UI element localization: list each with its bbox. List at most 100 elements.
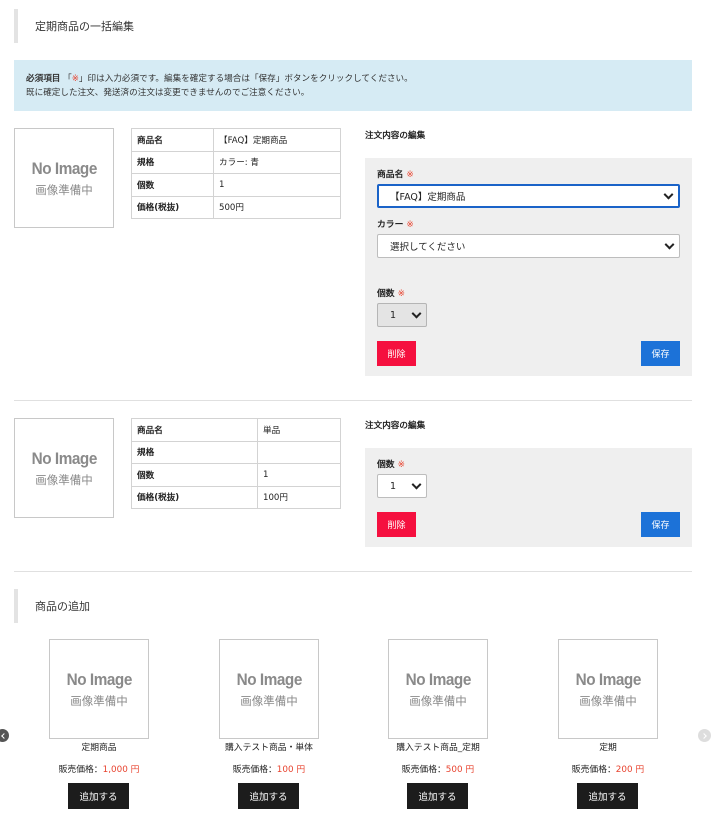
product-card-image[interactable]: No Image 画像準備中 xyxy=(558,639,658,739)
required-label: 必須項目 xyxy=(26,74,61,84)
product-name-select[interactable]: 【FAQ】定期商品 xyxy=(377,184,680,208)
carousel-prev-icon[interactable] xyxy=(0,729,9,742)
no-image-subtext: 画像準備中 xyxy=(579,693,637,708)
row-value: 500円 xyxy=(213,195,341,219)
label-text: 商品名 xyxy=(377,170,404,180)
edit-panel: 個数 ※ 1 削除 保存 xyxy=(365,448,692,547)
add-product-button[interactable]: 追加する xyxy=(68,783,129,809)
row-value: カラー: 青 xyxy=(213,150,341,174)
add-product-button[interactable]: 追加する xyxy=(238,783,299,809)
no-image-text: No Image xyxy=(31,158,97,178)
chevron-down-icon xyxy=(664,239,675,250)
item-info-table: 商品名 単品 規格 個数 1 価格(税抜) 100円 xyxy=(131,418,341,509)
page-title: 定期商品の一括編集 xyxy=(14,9,134,43)
table-row: 個数 1 xyxy=(131,463,341,487)
edit-section-title: 注文内容の編集 xyxy=(365,131,426,141)
select-value: 1 xyxy=(390,309,397,321)
row-key: 規格 xyxy=(131,440,258,464)
product-card-name: 定期 xyxy=(599,743,617,753)
row-value: 100円 xyxy=(257,485,341,509)
notice-text-1: 」印は入力必須です。編集を確定する場合は「保存」ボタンをクリックしてください。 xyxy=(78,74,413,84)
item-info-table: 商品名 【FAQ】定期商品 規格 カラー: 青 個数 1 価格(税抜) 500円 xyxy=(131,128,341,219)
save-button[interactable]: 保存 xyxy=(641,341,680,366)
row-key: 規格 xyxy=(131,150,214,174)
row-value: 1 xyxy=(257,463,341,487)
edit-panel: 商品名 ※ 【FAQ】定期商品 カラー ※ 選択してください 個数 ※ 1 削除 保存 xyxy=(365,158,692,376)
delete-button[interactable]: 削除 xyxy=(377,341,416,366)
notice-bracket-open: 「 xyxy=(63,74,72,84)
no-image-subtext: 画像準備中 xyxy=(409,693,467,708)
table-row: 価格(税抜) 500円 xyxy=(131,195,341,219)
divider xyxy=(14,400,692,401)
row-key: 価格(税抜) xyxy=(131,485,258,509)
product-card-image[interactable]: No Image 画像準備中 xyxy=(219,639,319,739)
price-prefix: 販売価格： xyxy=(401,765,446,775)
row-key: 価格(税抜) xyxy=(131,195,214,219)
row-value: 1 xyxy=(213,173,341,197)
price-value: 500 円 xyxy=(445,765,475,775)
required-mark: ※ xyxy=(406,220,414,230)
select-value: 【FAQ】定期商品 xyxy=(390,192,466,203)
no-image-subtext: 画像準備中 xyxy=(240,693,298,708)
quantity-select[interactable]: 1 xyxy=(377,474,427,498)
add-section-title: 商品の追加 xyxy=(14,589,90,623)
product-card-name: 定期商品 xyxy=(81,743,117,753)
product-card-image[interactable]: No Image 画像準備中 xyxy=(49,639,149,739)
notice-line-2: 既に確定した注文、発送済の注文は変更できませんのでご注意ください。 xyxy=(26,88,310,98)
no-image-subtext: 画像準備中 xyxy=(35,182,93,197)
select-value: 選択してください xyxy=(390,242,466,253)
product-image-placeholder: No Image 画像準備中 xyxy=(14,128,114,228)
no-image-subtext: 画像準備中 xyxy=(70,693,128,708)
table-row: 個数 1 xyxy=(131,173,341,197)
quantity-label: 個数 ※ xyxy=(377,457,405,470)
delete-button[interactable]: 削除 xyxy=(377,512,416,537)
row-key: 商品名 xyxy=(131,418,258,442)
edit-section-title: 注文内容の編集 xyxy=(365,421,426,431)
product-card-price: 販売価格：500 円 xyxy=(363,762,513,775)
chevron-down-icon xyxy=(663,189,674,200)
price-value: 1,000 円 xyxy=(102,765,140,775)
product-card-name: 購入テスト商品_定期 xyxy=(396,743,480,753)
product-card-name: 購入テスト商品・単体 xyxy=(225,743,313,753)
carousel-next-icon[interactable] xyxy=(698,729,711,742)
product-image-placeholder: No Image 画像準備中 xyxy=(14,418,114,518)
product-card-price: 販売価格：1,000 円 xyxy=(24,762,174,775)
product-card-price: 販売価格：100 円 xyxy=(194,762,344,775)
product-card-image[interactable]: No Image 画像準備中 xyxy=(388,639,488,739)
price-prefix: 販売価格： xyxy=(232,765,277,775)
table-row: 商品名 単品 xyxy=(131,418,341,442)
table-row: 規格 xyxy=(131,440,341,464)
table-row: 商品名 【FAQ】定期商品 xyxy=(131,128,341,152)
no-image-text: No Image xyxy=(575,669,641,689)
price-prefix: 販売価格： xyxy=(571,765,616,775)
product-name-label: 商品名 ※ xyxy=(377,167,414,180)
row-key: 個数 xyxy=(131,173,214,197)
notice-box: 必須項目 「※」印は入力必須です。編集を確定する場合は「保存」ボタンをクリックし… xyxy=(14,60,692,111)
table-row: 規格 カラー: 青 xyxy=(131,150,341,174)
label-text: 個数 xyxy=(377,460,395,470)
price-value: 100 円 xyxy=(276,765,306,775)
product-card-price: 販売価格：200 円 xyxy=(533,762,683,775)
label-text: カラー xyxy=(377,220,404,230)
no-image-text: No Image xyxy=(405,669,471,689)
required-mark: ※ xyxy=(397,289,405,299)
save-button[interactable]: 保存 xyxy=(641,512,680,537)
row-value: 単品 xyxy=(257,418,341,442)
row-key: 商品名 xyxy=(131,128,214,152)
chevron-down-icon xyxy=(411,308,422,319)
chevron-down-icon xyxy=(411,479,422,490)
add-product-button[interactable]: 追加する xyxy=(407,783,468,809)
add-product-button[interactable]: 追加する xyxy=(577,783,638,809)
row-value: 【FAQ】定期商品 xyxy=(213,128,341,152)
page-title-text: 定期商品の一括編集 xyxy=(35,20,134,33)
quantity-select[interactable]: 1 xyxy=(377,303,427,327)
notice-line-1: 必須項目 「※」印は入力必須です。編集を確定する場合は「保存」ボタンをクリックし… xyxy=(26,72,680,86)
required-mark: ※ xyxy=(406,170,414,180)
row-value xyxy=(257,440,341,464)
divider xyxy=(14,571,692,572)
color-select[interactable]: 選択してください xyxy=(377,234,680,258)
price-prefix: 販売価格： xyxy=(58,765,103,775)
table-row: 価格(税抜) 100円 xyxy=(131,485,341,509)
color-label: カラー ※ xyxy=(377,217,414,230)
no-image-text: No Image xyxy=(31,448,97,468)
